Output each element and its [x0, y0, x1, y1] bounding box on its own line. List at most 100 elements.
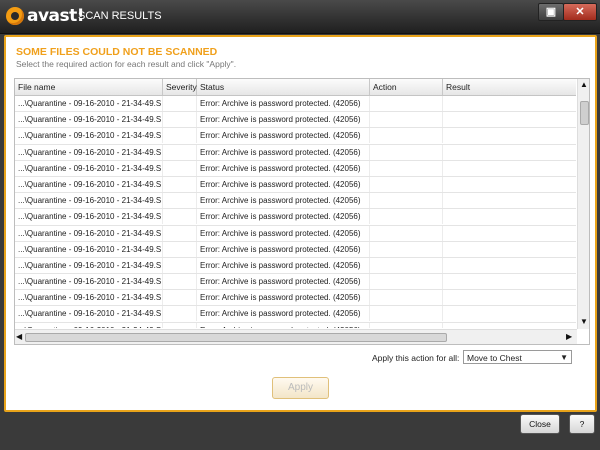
severity-cell	[163, 160, 197, 176]
file-name-cell: ...\Quarantine - 09-16-2010 - 21-34-49.S	[15, 160, 163, 176]
table-row[interactable]: ...\Quarantine - 09-16-2010 - 21-34-49.S…	[15, 225, 576, 242]
status-cell: Error: Archive is password protected. (4…	[197, 274, 370, 290]
result-cell	[443, 193, 576, 208]
result-cell	[443, 242, 576, 257]
scroll-up-icon[interactable]: ▲	[580, 80, 588, 89]
severity-cell	[163, 290, 197, 306]
column-header-result[interactable]: Result	[443, 79, 576, 95]
action-cell[interactable]	[370, 209, 443, 225]
table-row[interactable]: ...\Quarantine - 09-16-2010 - 21-34-49.S…	[15, 144, 576, 161]
action-cell[interactable]	[370, 241, 443, 257]
table-row[interactable]: ...\Quarantine - 09-16-2010 - 21-34-49.S…	[15, 322, 576, 328]
help-button[interactable]: ?	[569, 414, 595, 434]
status-cell: Error: Archive is password protected. (4…	[197, 225, 370, 241]
result-cell	[443, 112, 576, 127]
close-button[interactable]: Close	[520, 414, 560, 434]
column-header-status[interactable]: Status	[197, 79, 370, 95]
title-bar: avast! SCAN RESULTS ▣ ✕	[0, 0, 600, 34]
horizontal-scrollbar[interactable]: ◀ ▶	[15, 329, 577, 344]
status-cell: Error: Archive is password protected. (4…	[197, 160, 370, 176]
action-cell[interactable]	[370, 112, 443, 128]
table-row[interactable]: ...\Quarantine - 09-16-2010 - 21-34-49.S…	[15, 209, 576, 226]
action-cell[interactable]	[370, 176, 443, 192]
table-row[interactable]: ...\Quarantine - 09-16-2010 - 21-34-49.S…	[15, 128, 576, 145]
action-cell[interactable]	[370, 290, 443, 306]
status-cell: Error: Archive is password protected. (4…	[197, 241, 370, 257]
action-cell[interactable]	[370, 274, 443, 290]
file-name-cell: ...\Quarantine - 09-16-2010 - 21-34-49.S	[15, 144, 163, 160]
apply-all-label: Apply this action for all:	[372, 353, 460, 363]
file-name-cell: ...\Quarantine - 09-16-2010 - 21-34-49.S	[15, 209, 163, 225]
table-row[interactable]: ...\Quarantine - 09-16-2010 - 21-34-49.S…	[15, 306, 576, 323]
window-title: SCAN RESULTS	[78, 10, 162, 22]
scan-results-panel: SOME FILES COULD NOT BE SCANNED Select t…	[4, 35, 597, 412]
scroll-left-icon[interactable]: ◀	[16, 332, 22, 341]
result-cell	[443, 290, 576, 305]
vertical-scrollbar[interactable]: ▲ ▼	[577, 79, 589, 329]
result-cell	[443, 274, 576, 289]
close-window-button[interactable]: ✕	[563, 3, 597, 21]
table-row[interactable]: ...\Quarantine - 09-16-2010 - 21-34-49.S…	[15, 96, 576, 113]
column-header-file-name[interactable]: File name	[15, 79, 163, 95]
action-cell[interactable]	[370, 193, 443, 209]
instructions-text: Select the required action for each resu…	[16, 59, 237, 69]
result-cell	[443, 96, 576, 111]
table-row[interactable]: ...\Quarantine - 09-16-2010 - 21-34-49.S…	[15, 257, 576, 275]
file-name-cell: ...\Quarantine - 09-16-2010 - 21-34-49.S	[15, 193, 163, 209]
severity-cell	[163, 225, 197, 241]
severity-cell	[163, 193, 197, 209]
vertical-scroll-thumb[interactable]	[580, 101, 589, 125]
file-name-cell: ...\Quarantine - 09-16-2010 - 21-34-49.S	[15, 241, 163, 257]
action-cell[interactable]	[370, 322, 443, 328]
apply-button[interactable]: Apply	[272, 377, 329, 399]
table-row[interactable]: ...\Quarantine - 09-16-2010 - 21-34-49.S…	[15, 290, 576, 307]
table-row[interactable]: ...\Quarantine - 09-16-2010 - 21-34-49.S…	[15, 193, 576, 210]
table-body: ...\Quarantine - 09-16-2010 - 21-34-49.S…	[15, 96, 576, 328]
status-cell: Error: Archive is password protected. (4…	[197, 306, 370, 322]
status-cell: Error: Archive is password protected. (4…	[197, 176, 370, 192]
scroll-down-icon[interactable]: ▼	[580, 317, 588, 326]
action-cell[interactable]	[370, 306, 443, 322]
result-cell	[443, 258, 576, 273]
action-select[interactable]: Move to Chest ▼	[463, 350, 572, 364]
severity-cell	[163, 128, 197, 144]
column-header-action[interactable]: Action	[370, 79, 443, 95]
status-cell: Error: Archive is password protected. (4…	[197, 193, 370, 209]
status-cell: Error: Archive is password protected. (4…	[197, 290, 370, 306]
action-cell[interactable]	[370, 257, 443, 273]
severity-cell	[163, 257, 197, 273]
table-row[interactable]: ...\Quarantine - 09-16-2010 - 21-34-49.S…	[15, 160, 576, 177]
table-row[interactable]: ...\Quarantine - 09-16-2010 - 21-34-49.S…	[15, 112, 576, 129]
restore-button[interactable]: ▣	[538, 3, 564, 21]
horizontal-scroll-thumb[interactable]	[25, 333, 447, 342]
table-row[interactable]: ...\Quarantine - 09-16-2010 - 21-34-49.S…	[15, 241, 576, 258]
scroll-right-icon[interactable]: ▶	[566, 332, 572, 341]
chevron-down-icon[interactable]: ▼	[560, 351, 568, 365]
table-row[interactable]: ...\Quarantine - 09-16-2010 - 21-34-49.S…	[15, 176, 576, 194]
column-header-severity[interactable]: Severity	[163, 79, 197, 95]
table-row[interactable]: ...\Quarantine - 09-16-2010 - 21-34-49.S…	[15, 274, 576, 291]
action-cell[interactable]	[370, 128, 443, 144]
result-cell	[443, 145, 576, 160]
file-name-cell: ...\Quarantine - 09-16-2010 - 21-34-49.S	[15, 112, 163, 128]
severity-cell	[163, 96, 197, 111]
file-name-cell: ...\Quarantine - 09-16-2010 - 21-34-49.S	[15, 322, 163, 328]
severity-cell	[163, 144, 197, 160]
file-name-cell: ...\Quarantine - 09-16-2010 - 21-34-49.S	[15, 257, 163, 273]
action-cell[interactable]	[370, 96, 443, 111]
page-title: SOME FILES COULD NOT BE SCANNED	[16, 46, 218, 58]
action-cell[interactable]	[370, 225, 443, 241]
severity-cell	[163, 112, 197, 128]
result-cell	[443, 209, 576, 224]
file-name-cell: ...\Quarantine - 09-16-2010 - 21-34-49.S	[15, 274, 163, 290]
file-name-cell: ...\Quarantine - 09-16-2010 - 21-34-49.S	[15, 176, 163, 192]
action-cell[interactable]	[370, 160, 443, 176]
action-cell[interactable]	[370, 144, 443, 160]
result-cell	[443, 226, 576, 241]
severity-cell	[163, 306, 197, 322]
file-name-cell: ...\Quarantine - 09-16-2010 - 21-34-49.S	[15, 225, 163, 241]
status-cell: Error: Archive is password protected. (4…	[197, 209, 370, 225]
result-cell	[443, 306, 576, 321]
result-cell	[443, 323, 576, 328]
status-cell: Error: Archive is password protected. (4…	[197, 96, 370, 111]
